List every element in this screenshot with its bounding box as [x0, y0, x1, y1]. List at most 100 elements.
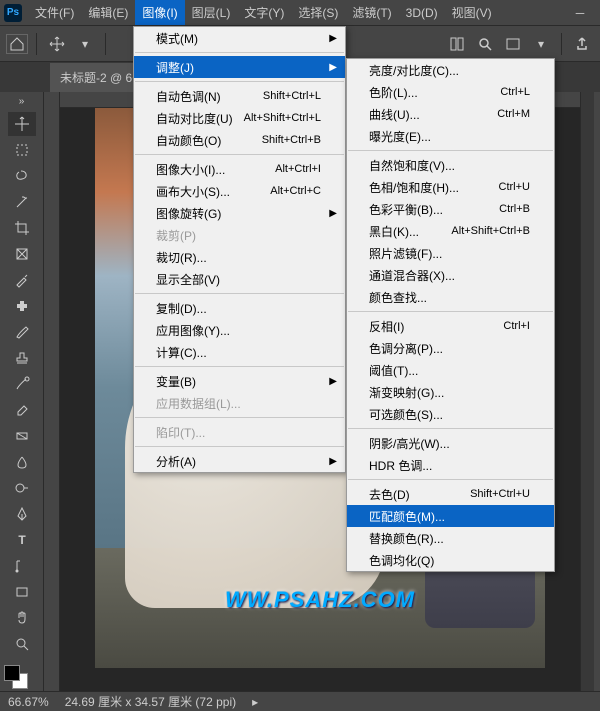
- path-tool[interactable]: [8, 554, 36, 578]
- menu-item[interactable]: 图像旋转(G)▶: [134, 202, 345, 224]
- crop-tool[interactable]: [8, 216, 36, 240]
- menu-item[interactable]: 图像大小(I)...Alt+Ctrl+I: [134, 158, 345, 180]
- menu-item[interactable]: 自动对比度(U)Alt+Shift+Ctrl+L: [134, 107, 345, 129]
- menu-item[interactable]: 照片滤镜(F)...: [347, 242, 554, 264]
- type-tool[interactable]: T: [8, 528, 36, 552]
- panel-dock[interactable]: [594, 92, 600, 691]
- menu-编辑[interactable]: 编辑(E): [81, 0, 135, 25]
- eraser-tool[interactable]: [8, 398, 36, 422]
- menu-item-label: 替换颜色(R)...: [369, 530, 444, 547]
- menu-视图[interactable]: 视图(V): [445, 0, 499, 25]
- blur-tool[interactable]: [8, 450, 36, 474]
- menu-item[interactable]: 自动色调(N)Shift+Ctrl+L: [134, 85, 345, 107]
- lasso-tool[interactable]: [8, 164, 36, 188]
- menu-item[interactable]: 色调均化(Q): [347, 549, 554, 571]
- submenu-arrow-icon: ▶: [329, 456, 337, 467]
- menu-选择[interactable]: 选择(S): [291, 0, 345, 25]
- menu-item[interactable]: 模式(M)▶: [134, 27, 345, 49]
- menu-item-label: 图像旋转(G): [156, 205, 221, 222]
- menu-item-label: 去色(D): [369, 486, 410, 503]
- share-icon[interactable]: [570, 32, 594, 56]
- menu-item[interactable]: 色彩平衡(B)...Ctrl+B: [347, 198, 554, 220]
- hand-tool[interactable]: [8, 606, 36, 630]
- menu-item[interactable]: 黑白(K)...Alt+Shift+Ctrl+B: [347, 220, 554, 242]
- menu-item[interactable]: 色调分离(P)...: [347, 337, 554, 359]
- menu-item[interactable]: 显示全部(V): [134, 268, 345, 290]
- menu-图层[interactable]: 图层(L): [185, 0, 238, 25]
- arrange-icon[interactable]: [445, 32, 469, 56]
- search-icon[interactable]: [473, 32, 497, 56]
- menu-item[interactable]: 曝光度(E)...: [347, 125, 554, 147]
- menu-文件[interactable]: 文件(F): [28, 0, 81, 25]
- dodge-tool[interactable]: [8, 476, 36, 500]
- menu-item[interactable]: 去色(D) Shift+Ctrl+U: [347, 483, 554, 505]
- color-swatch[interactable]: [4, 665, 28, 689]
- menu-item[interactable]: 替换颜色(R)...: [347, 527, 554, 549]
- menu-文字[interactable]: 文字(Y): [237, 0, 291, 25]
- menu-item[interactable]: 调整(J)▶: [134, 56, 345, 78]
- menu-item[interactable]: HDR 色调...: [347, 454, 554, 476]
- minimize-button[interactable]: ─: [564, 2, 596, 24]
- move-tool-indicator[interactable]: [45, 32, 69, 56]
- shape-tool[interactable]: [8, 580, 36, 604]
- menu-item[interactable]: 阈值(T)...: [347, 359, 554, 381]
- menu-图像[interactable]: 图像(I): [135, 0, 184, 25]
- menu-item[interactable]: 色相/饱和度(H)...Ctrl+U: [347, 176, 554, 198]
- chevron-right-icon[interactable]: ▸: [252, 695, 258, 709]
- shortcut: Ctrl+B: [499, 203, 530, 215]
- menu-滤镜[interactable]: 滤镜(T): [345, 0, 398, 25]
- menu-item[interactable]: 渐变映射(G)...: [347, 381, 554, 403]
- menu-3D[interactable]: 3D(D): [399, 2, 445, 24]
- menu-item[interactable]: 应用图像(Y)...: [134, 319, 345, 341]
- menu-item[interactable]: 计算(C)...: [134, 341, 345, 363]
- menu-item[interactable]: 反相(I)Ctrl+I: [347, 315, 554, 337]
- menu-item[interactable]: 颜色查找...: [347, 286, 554, 308]
- brush-tool[interactable]: [8, 320, 36, 344]
- menu-item[interactable]: 裁切(R)...: [134, 246, 345, 268]
- home-button[interactable]: [6, 34, 28, 54]
- menu-item-label: 阴影/高光(W)...: [369, 435, 450, 452]
- workspace-icon[interactable]: [501, 32, 525, 56]
- menu-item-label: 照片滤镜(F)...: [369, 245, 442, 262]
- menu-item[interactable]: 自动颜色(O)Shift+Ctrl+B: [134, 129, 345, 151]
- menu-item[interactable]: 可选颜色(S)...: [347, 403, 554, 425]
- dropdown-icon[interactable]: ▾: [73, 32, 97, 56]
- foreground-color[interactable]: [4, 665, 20, 681]
- history-brush-tool[interactable]: [8, 372, 36, 396]
- menu-item-label: 曲线(U)...: [369, 106, 420, 123]
- menu-item[interactable]: 通道混合器(X)...: [347, 264, 554, 286]
- magic-wand-tool[interactable]: [8, 190, 36, 214]
- zoom-level[interactable]: 66.67%: [8, 695, 49, 709]
- menu-item[interactable]: 匹配颜色(M)...: [347, 505, 554, 527]
- shortcut: Ctrl+L: [500, 86, 530, 98]
- ruler-vertical[interactable]: [44, 92, 60, 691]
- shortcut: Shift+Ctrl+L: [263, 90, 321, 102]
- menu-item[interactable]: 复制(D)...: [134, 297, 345, 319]
- expand-tools-icon[interactable]: »: [12, 96, 32, 106]
- shortcut: Ctrl+U: [499, 181, 530, 193]
- menu-item[interactable]: 阴影/高光(W)...: [347, 432, 554, 454]
- dropdown-icon[interactable]: ▾: [529, 32, 553, 56]
- menu-item[interactable]: 自然饱和度(V)...: [347, 154, 554, 176]
- zoom-tool[interactable]: [8, 632, 36, 656]
- frame-tool[interactable]: [8, 242, 36, 266]
- menu-item[interactable]: 画布大小(S)...Alt+Ctrl+C: [134, 180, 345, 202]
- tab-title: 未标题-2 @ 66: [60, 69, 139, 86]
- menu-item[interactable]: 分析(A)▶: [134, 450, 345, 472]
- menu-item[interactable]: 变量(B)▶: [134, 370, 345, 392]
- menu-item[interactable]: 色阶(L)...Ctrl+L: [347, 81, 554, 103]
- marquee-tool[interactable]: [8, 138, 36, 162]
- shortcut: Shift+Ctrl+U: [470, 488, 530, 500]
- scrollbar-vertical[interactable]: [580, 92, 594, 691]
- stamp-tool[interactable]: [8, 346, 36, 370]
- menu-item[interactable]: 亮度/对比度(C)...: [347, 59, 554, 81]
- pen-tool[interactable]: [8, 502, 36, 526]
- move-tool[interactable]: [8, 112, 36, 136]
- shortcut: Alt+Shift+Ctrl+B: [451, 225, 530, 237]
- gradient-tool[interactable]: [8, 424, 36, 448]
- menu-item[interactable]: 曲线(U)...Ctrl+M: [347, 103, 554, 125]
- menu-item-label: 陷印(T)...: [156, 424, 205, 441]
- menu-item-label: 画布大小(S)...: [156, 183, 230, 200]
- healing-tool[interactable]: [8, 294, 36, 318]
- eyedropper-tool[interactable]: [8, 268, 36, 292]
